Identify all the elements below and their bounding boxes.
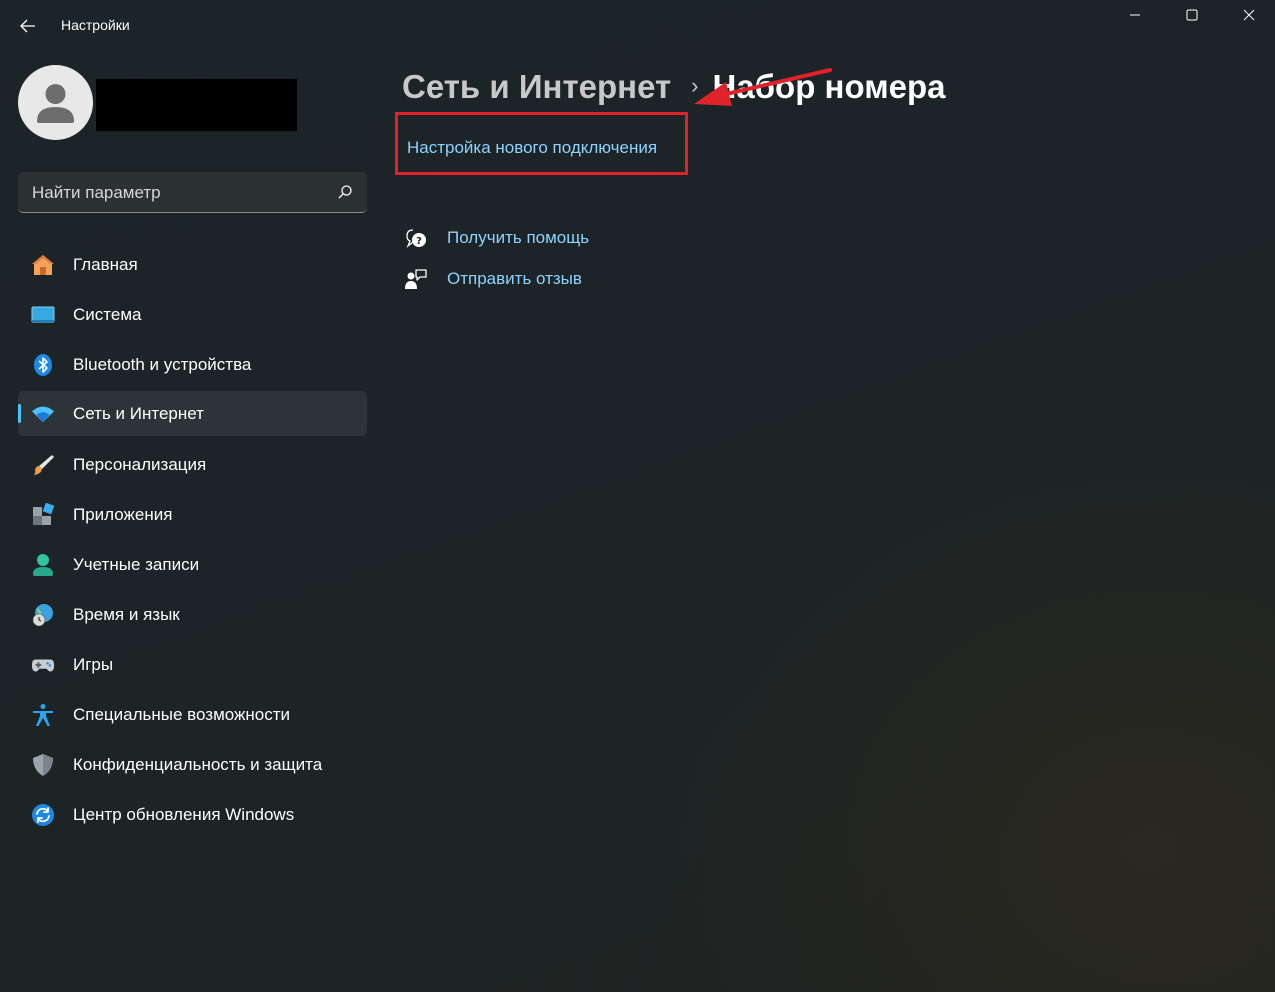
home-icon: [31, 253, 55, 277]
new-connection-link[interactable]: Настройка нового подключения: [407, 138, 657, 158]
sidebar-item-label: Система: [73, 305, 142, 324]
shield-icon: [31, 753, 55, 777]
bluetooth-icon: [31, 353, 55, 377]
minimize-icon: [1130, 14, 1140, 16]
maximize-button[interactable]: [1163, 0, 1221, 30]
back-button[interactable]: [14, 13, 42, 39]
globe-clock-icon: [31, 603, 55, 627]
monitor-icon: [31, 303, 55, 327]
sidebar-item-network[interactable]: Сеть и Интернет: [18, 391, 367, 436]
back-arrow-icon: [20, 19, 35, 33]
sidebar-item-time-language[interactable]: Время и язык: [18, 592, 367, 637]
account-icon: [31, 553, 55, 577]
search-input[interactable]: Найти параметр: [18, 172, 367, 213]
close-button[interactable]: [1220, 0, 1275, 30]
minimize-button[interactable]: [1106, 0, 1164, 30]
sidebar-item-label: Конфиденциальность и защита: [73, 755, 323, 774]
sidebar-item-label: Главная: [73, 255, 138, 274]
app-title: Настройки: [61, 17, 130, 33]
close-icon: [1243, 9, 1255, 21]
sidebar-item-gaming[interactable]: Игры: [18, 642, 367, 687]
user-avatar[interactable]: [18, 65, 93, 140]
wifi-icon: [31, 402, 55, 426]
sidebar-item-label: Игры: [73, 655, 114, 674]
sidebar-item-personalization[interactable]: Персонализация: [18, 442, 367, 487]
sidebar-item-label: Приложения: [73, 505, 173, 524]
sidebar-item-label: Bluetooth и устройства: [73, 355, 252, 374]
username-redacted: [96, 79, 297, 131]
accessibility-icon: [31, 703, 55, 727]
annotation-arrow: [694, 68, 832, 106]
sidebar-item-privacy[interactable]: Конфиденциальность и защита: [18, 742, 367, 787]
sidebar-item-label: Сеть и Интернет: [73, 404, 204, 423]
apps-icon: [31, 503, 55, 527]
svg-text:?: ?: [416, 236, 422, 247]
gamepad-icon: [31, 653, 55, 677]
breadcrumb-parent[interactable]: Сеть и Интернет: [402, 68, 671, 105]
brush-icon: [31, 453, 55, 477]
sidebar-item-system[interactable]: Система: [18, 292, 367, 337]
sidebar-item-label: Центр обновления Windows: [73, 805, 295, 824]
sidebar-item-home[interactable]: Главная: [18, 242, 367, 287]
user-avatar-icon: [37, 84, 74, 123]
help-chat-icon: ?: [404, 227, 428, 251]
sidebar-item-label: Персонализация: [73, 455, 207, 474]
feedback-icon: [404, 268, 428, 292]
sidebar-item-bluetooth[interactable]: Bluetooth и устройства: [18, 342, 367, 387]
send-feedback-row[interactable]: Отправить отзыв: [404, 266, 582, 294]
sidebar-item-accounts[interactable]: Учетные записи: [18, 542, 367, 587]
sidebar-item-windows-update[interactable]: Центр обновления Windows: [18, 792, 367, 837]
get-help-link[interactable]: Получить помощь: [447, 228, 589, 248]
update-icon: [31, 803, 55, 827]
search-placeholder: Найти параметр: [32, 183, 161, 202]
title-bar: Настройки: [0, 0, 1275, 50]
get-help-row[interactable]: ? Получить помощь: [404, 225, 589, 253]
maximize-icon: [1186, 9, 1198, 21]
sidebar-item-accessibility[interactable]: Специальные возможности: [18, 692, 367, 737]
sidebar-item-label: Специальные возможности: [73, 705, 291, 724]
active-indicator: [18, 404, 21, 423]
sidebar-item-label: Учетные записи: [73, 555, 200, 574]
search-icon: [338, 185, 352, 199]
breadcrumb: Сеть и Интернет › Набор номера: [402, 68, 945, 112]
sidebar-item-apps[interactable]: Приложения: [18, 492, 367, 537]
send-feedback-link[interactable]: Отправить отзыв: [447, 269, 582, 289]
sidebar-item-label: Время и язык: [73, 605, 180, 624]
